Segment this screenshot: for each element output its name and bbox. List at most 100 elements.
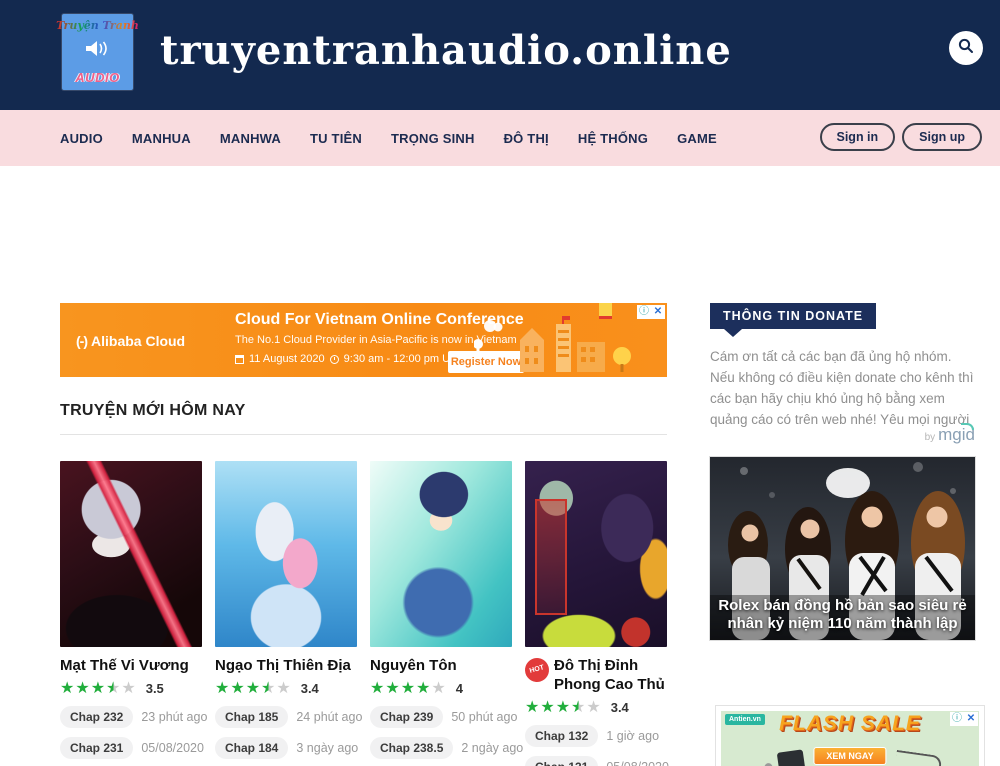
site-logo[interactable]: Truyện Tranh AUDIO: [62, 14, 133, 90]
nav-item-tu-tien[interactable]: TU TIÊN: [310, 131, 362, 146]
comic-title-text: Nguyên Tôn: [370, 657, 457, 676]
advertiser-logo: (-) Alibaba Cloud: [76, 333, 185, 349]
chapter-link[interactable]: Chap 232: [60, 706, 133, 728]
flash-sale-inner: Antien.vn FLASH SALE XEM NGAY ⓘ ✕: [721, 711, 979, 766]
chapter-link[interactable]: Chap 239: [370, 706, 443, 728]
comic-title-text: Ngạo Thị Thiên Địa: [215, 657, 351, 676]
star-icon: ★: [401, 680, 416, 697]
comic-card: Ngạo Thị Thiên Địa ★★★★★ 3.4 Chap 185 24…: [215, 461, 357, 766]
comic-card: Nguyên Tôn ★★★★★ 4 Chap 239 50 phút ago …: [370, 461, 512, 766]
chapter-time: 2 ngày ago: [461, 741, 523, 755]
adchoices-info-icon[interactable]: ⓘ: [637, 305, 651, 319]
star-rating: ★★★★★: [525, 700, 602, 716]
star-icon: ★: [525, 699, 540, 716]
star-icon: ★: [121, 680, 136, 697]
comic-card: Mạt Thế Vi Vương ★★★★★ 3.5 Chap 232 23 p…: [60, 461, 202, 766]
mgid-attribution[interactable]: bymgid: [710, 425, 975, 445]
chapter-time: 1 giờ ago: [606, 729, 659, 743]
chapter-time: 3 ngày ago: [296, 741, 358, 755]
ad-close-icon[interactable]: ✕: [964, 712, 978, 726]
star-rating: ★★★★★: [370, 681, 447, 697]
comic-title-text: Đô Thị Đỉnh Phong Cao Thủ: [554, 657, 667, 695]
star-icon: ★: [106, 680, 121, 697]
star-icon: ★: [60, 680, 75, 697]
rating-value: 3.5: [146, 681, 164, 696]
chapter-link[interactable]: Chap 184: [215, 737, 288, 759]
rating-value: 3.4: [301, 681, 319, 696]
star-icon: ★: [540, 699, 555, 716]
cover-red-seal: [535, 499, 567, 615]
rating-row: ★★★★★ 3.4: [215, 681, 357, 697]
comic-title[interactable]: HOT Đô Thị Đỉnh Phong Cao Thủ: [525, 657, 667, 695]
comic-title[interactable]: Nguyên Tôn: [370, 657, 512, 676]
nav-item-game[interactable]: GAME: [677, 131, 717, 146]
nav-item-do-thi[interactable]: ĐÔ THỊ: [504, 131, 549, 146]
clock-icon: [330, 355, 339, 364]
logo-audio-text: AUDIO: [75, 70, 119, 85]
rating-row: ★★★★★ 3.4: [525, 700, 667, 716]
star-icon: ★: [246, 680, 261, 697]
banner-ad[interactable]: (-)Alibaba Cloud Cloud For Vietnam Onlin…: [60, 303, 667, 377]
chapter-row: Chap 131 05/08/2020: [525, 756, 667, 766]
speaker-icon: [86, 40, 110, 62]
chapter-link[interactable]: Chap 131: [525, 756, 598, 766]
nav-item-manhwa[interactable]: MANHWA: [220, 131, 281, 146]
native-ad-rolex[interactable]: Rolex bán đồng hồ bản sao siêu rẻ nhân k…: [710, 457, 975, 640]
chapter-link[interactable]: Chap 238.5: [370, 737, 453, 759]
mgid-logo: mgid: [938, 425, 975, 444]
comic-cover-mat-the-vi-vuong[interactable]: [60, 461, 202, 647]
chapter-link[interactable]: Chap 132: [525, 725, 598, 747]
alibaba-cloud-icon: (-): [76, 333, 87, 349]
star-icon: ★: [75, 680, 90, 697]
main-nav: AUDIO MANHUA MANHWA TU TIÊN TRỌNG SINH Đ…: [0, 110, 1000, 166]
adchoices-info-icon[interactable]: ⓘ: [950, 712, 964, 726]
rating-row: ★★★★★ 3.5: [60, 681, 202, 697]
star-icon: ★: [276, 680, 291, 697]
nav-item-trong-sinh[interactable]: TRỌNG SINH: [391, 131, 475, 146]
sign-in-button[interactable]: Sign in: [820, 123, 896, 151]
calendar-icon: [235, 355, 244, 364]
rating-value: 4: [456, 681, 463, 696]
comic-title-text: Mạt Thế Vi Vương: [60, 657, 189, 676]
comic-title[interactable]: Mạt Thế Vi Vương: [60, 657, 202, 676]
chapter-row: Chap 232 23 phút ago: [60, 706, 202, 728]
nav-item-audio[interactable]: AUDIO: [60, 131, 103, 146]
star-icon: ★: [215, 680, 230, 697]
chapter-time: 05/08/2020: [141, 741, 204, 755]
comic-card: HOT Đô Thị Đỉnh Phong Cao Thủ ★★★★★ 3.4 …: [525, 461, 667, 766]
advertiser-name: Alibaba Cloud: [91, 333, 185, 349]
chapter-link[interactable]: Chap 185: [215, 706, 288, 728]
sign-up-button[interactable]: Sign up: [902, 123, 982, 151]
search-icon: [957, 37, 975, 60]
star-icon: ★: [431, 680, 446, 697]
flash-sale-title: FLASH SALE: [721, 712, 979, 736]
lamp-graphic: [894, 750, 943, 766]
star-icon: ★: [586, 699, 601, 716]
mgid-by-label: by: [925, 432, 936, 443]
flash-sale-ad[interactable]: Antien.vn FLASH SALE XEM NGAY ⓘ ✕: [715, 705, 985, 766]
ad-close-icon[interactable]: ✕: [651, 305, 665, 319]
comic-cover-do-thi-dinh-phong-cao-thu[interactable]: [525, 461, 667, 647]
star-icon: ★: [385, 680, 400, 697]
page: Truyện Tranh AUDIO truyentranhaudio.onli…: [0, 0, 1000, 766]
native-ad-caption: Rolex bán đồng hồ bản sao siêu rẻ nhân k…: [710, 597, 975, 635]
comic-cover-nguyen-ton[interactable]: [370, 461, 512, 647]
xem-ngay-button[interactable]: XEM NGAY: [813, 747, 886, 765]
microphone-graphic: [761, 762, 774, 766]
nav-item-he-thong[interactable]: HỆ THỐNG: [578, 131, 648, 146]
site-title[interactable]: truyentranhaudio.online: [160, 27, 732, 74]
star-icon: ★: [91, 680, 106, 697]
chapter-time: 23 phút ago: [141, 710, 207, 724]
adchoices: ⓘ ✕: [637, 305, 665, 319]
star-rating: ★★★★★: [215, 681, 292, 697]
chapter-time: 50 phút ago: [451, 710, 517, 724]
comic-title[interactable]: Ngạo Thị Thiên Địa: [215, 657, 357, 676]
phone-graphic: [777, 749, 807, 766]
search-button[interactable]: [949, 31, 983, 65]
nav-item-manhua[interactable]: MANHUA: [132, 131, 191, 146]
chapter-row: Chap 238.5 2 ngày ago: [370, 737, 512, 759]
comic-cover-ngao-thi-thien-dia[interactable]: [215, 461, 357, 647]
auth-buttons: Sign in Sign up: [820, 123, 983, 151]
donate-ribbon-title: THÔNG TIN DONATE: [710, 303, 876, 329]
chapter-link[interactable]: Chap 231: [60, 737, 133, 759]
